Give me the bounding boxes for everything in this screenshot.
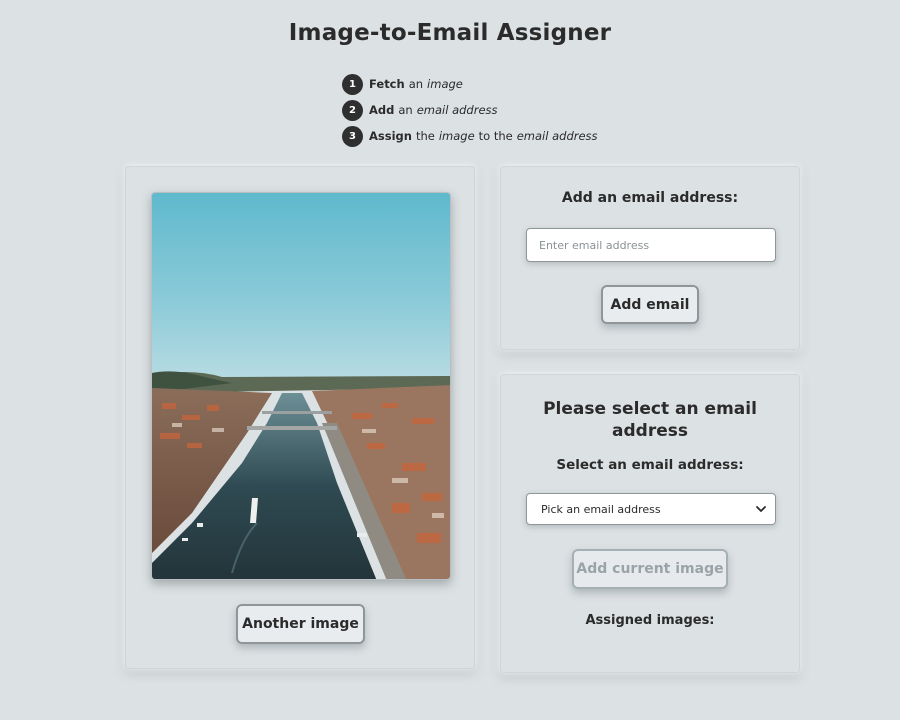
step-text: an	[408, 77, 424, 91]
select-value: Pick an email address	[541, 502, 661, 516]
select-email-label: Select an email address:	[556, 457, 744, 473]
step-number: 2	[342, 99, 363, 121]
step-emphasis: email address	[416, 103, 498, 117]
page: Image-to-Email Assigner 1 Fetch an image…	[0, 0, 900, 720]
step-text: an	[398, 103, 413, 117]
page-title: Image-to-Email Assigner	[288, 20, 612, 46]
step-number: 3	[342, 125, 363, 147]
email-select[interactable]: Pick an email address	[526, 493, 776, 525]
add-current-image-button[interactable]: Add current image	[572, 549, 728, 589]
step-fetch: 1 Fetch an image	[342, 71, 598, 97]
step-text: to the	[478, 129, 513, 143]
step-emphasis: image	[427, 77, 463, 91]
step-verb: Fetch	[369, 77, 405, 91]
step-assign: 3 Assign the image to the email address	[342, 123, 598, 149]
assign-image-card: Please select an email address Select an…	[500, 374, 800, 673]
chevron-down-icon	[756, 506, 766, 512]
step-text: the	[415, 129, 435, 143]
image-card: Another image	[125, 166, 475, 669]
step-add: 2 Add an email address	[342, 97, 598, 123]
assigned-images-label: Assigned images:	[585, 613, 715, 628]
fetched-image	[151, 192, 451, 580]
step-number: 1	[342, 73, 363, 95]
add-email-heading: Add an email address:	[561, 190, 739, 206]
email-input[interactable]	[526, 228, 776, 262]
step-verb: Add	[369, 103, 395, 117]
add-email-card: Add an email address: Add email	[500, 166, 800, 350]
another-image-button[interactable]: Another image	[236, 604, 365, 644]
steps-list: 1 Fetch an image 2 Add an email address …	[342, 71, 598, 149]
add-email-button[interactable]: Add email	[601, 285, 699, 324]
step-emphasis: image	[438, 129, 475, 143]
step-verb: Assign	[369, 129, 412, 143]
assign-heading: Please select an email address	[543, 399, 757, 441]
step-emphasis: email address	[516, 129, 598, 143]
